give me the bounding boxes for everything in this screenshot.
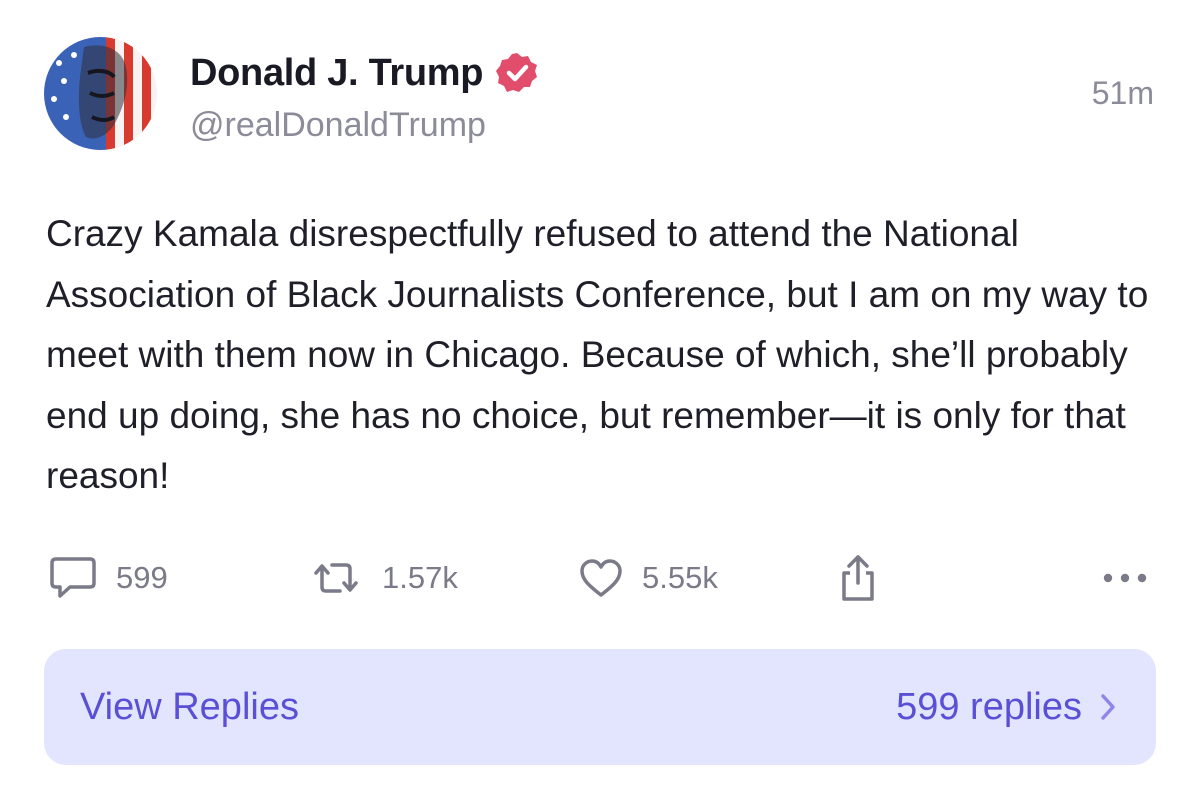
speech-bubble-icon [50,557,96,598]
action-bar: 599 1.57k 5.55k [0,550,1200,606]
avatar-image [44,37,157,150]
replies-count: 599 replies [896,685,1082,728]
more-options-button[interactable] [1102,550,1148,606]
like-button[interactable]: 5.55k [578,550,718,606]
author-display-name[interactable]: Donald J. Trump [190,52,484,95]
reply-count: 599 [116,560,168,595]
repost-icon [314,563,358,593]
chevron-right-icon [1101,694,1115,720]
reply-button[interactable]: 599 [48,550,168,606]
verified-badge-icon [496,53,538,92]
share-icon [842,555,874,601]
repost-button[interactable]: 1.57k [308,550,458,606]
view-replies-label: View Replies [80,685,299,728]
post-timestamp[interactable]: 51m [1092,75,1154,112]
more-dots-icon [1103,573,1147,583]
author-name-row: Donald J. Trump [190,50,539,96]
share-button[interactable] [836,550,880,606]
post-card: Donald J. Trump @realDonaldTrump 51m Cra… [0,0,1200,785]
like-count: 5.55k [642,560,718,595]
view-replies-bar[interactable]: View Replies 599 replies [44,649,1156,765]
repost-count: 1.57k [382,560,458,595]
replies-count-group: 599 replies [896,649,1116,765]
avatar[interactable] [44,37,157,150]
author-handle[interactable]: @realDonaldTrump [190,106,486,145]
post-text: Crazy Kamala disrespectfully refused to … [46,213,1149,496]
heart-icon [580,559,622,597]
